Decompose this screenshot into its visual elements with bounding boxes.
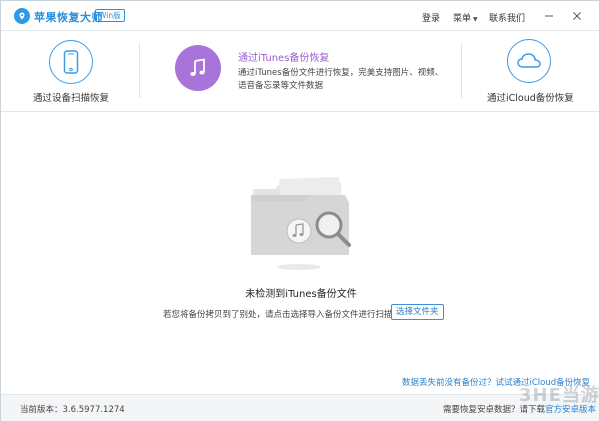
tab-device-scan[interactable]: 通过设备扫描恢复 [21, 31, 141, 111]
device-scan-label: 通过设备扫描恢复 [33, 93, 110, 104]
itunes-backup-description: 通过iTunes备份文件进行恢复，完美支持图片、视频、语音备忘录等文件数据 [238, 68, 444, 91]
close-button[interactable] [570, 9, 584, 23]
contact-us-link[interactable]: 联系我们 [489, 11, 525, 24]
icloud-backup-label: 通过iCloud备份恢复 [487, 93, 574, 104]
app-title: 苹果恢复大师 [34, 11, 103, 24]
no-backup-title: 未检测到iTunes备份文件 [245, 289, 357, 300]
recovery-mode-tabs: 通过设备扫描恢复 通过iTunes备份恢复 通过iTunes备份文件进行恢复，完… [1, 31, 599, 112]
minimize-icon [545, 15, 553, 17]
close-icon [573, 12, 581, 20]
login-link[interactable]: 登录 [422, 11, 440, 24]
version-text: 当前版本：3.6.5977.1274 [20, 405, 125, 415]
status-footer: 当前版本：3.6.5977.1274 需要恢复安卓数据？请下载官方安卓版本 [1, 394, 599, 421]
tab-icloud-backup[interactable]: 通过iCloud备份恢复 [476, 31, 596, 111]
app-window: 苹果恢复大师 Win版 登录 菜单 ▼ 联系我们 通过设备扫描恢复 通过iTun… [0, 0, 600, 421]
menu-label: 菜单 [453, 14, 472, 24]
choose-folder-button[interactable]: 选择文件夹 [391, 304, 444, 320]
tab-divider [461, 43, 462, 98]
title-bar: 苹果恢复大师 Win版 登录 菜单 ▼ 联系我们 [1, 1, 599, 31]
import-hint-text: 若您将备份拷贝到了别处，请点击选择导入备份文件进行扫描 [163, 310, 393, 320]
main-panel: 未检测到iTunes备份文件 若您将备份拷贝到了别处，请点击选择导入备份文件进行… [1, 113, 599, 391]
empty-folder-search-icon [251, 177, 351, 270]
menu-dropdown[interactable]: 菜单 ▼ [453, 11, 478, 24]
cloud-icon [507, 39, 551, 83]
tab-divider [139, 43, 140, 98]
minimize-button[interactable] [542, 9, 556, 23]
edition-badge: Win版 [95, 9, 125, 22]
itunes-backup-title: 通过iTunes备份恢复 [238, 53, 330, 64]
app-logo-icon [14, 8, 30, 24]
music-note-icon [175, 45, 221, 91]
site-watermark: 3HE当游网 [519, 385, 600, 406]
phone-icon [49, 40, 93, 84]
caret-down-icon: ▼ [473, 16, 478, 23]
